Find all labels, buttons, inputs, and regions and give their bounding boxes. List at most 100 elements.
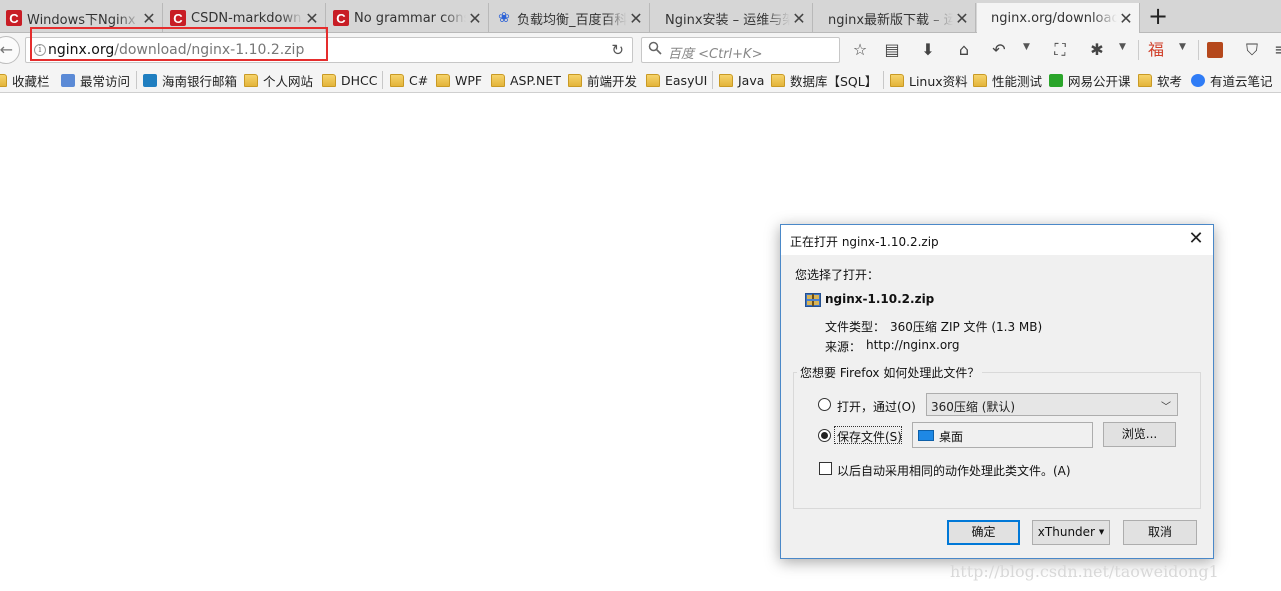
- bookmark-label: Linux资料: [909, 73, 968, 89]
- folder-icon: [719, 73, 733, 87]
- bookmark-perf-test[interactable]: 性能测试: [973, 72, 1043, 89]
- close-tab-icon[interactable]: ✕: [790, 9, 808, 28]
- browse-button[interactable]: 浏览...: [1103, 422, 1176, 447]
- addon-square-icon[interactable]: [1207, 42, 1223, 58]
- bookmark-personal-site[interactable]: 个人网站: [244, 72, 313, 89]
- bookmark-wpf[interactable]: WPF: [436, 72, 482, 88]
- bookmark-star-icon[interactable]: ☆: [851, 41, 869, 59]
- tab-title: CSDN-markdown: [191, 10, 302, 26]
- close-tab-icon[interactable]: ✕: [466, 9, 484, 28]
- tab-nginx-install[interactable]: Nginx安装 – 运维与架 ✕: [651, 3, 813, 33]
- reading-list-icon[interactable]: ▤: [883, 41, 901, 59]
- save-location-field[interactable]: 桌面: [912, 422, 1093, 448]
- bookmark-divider: [883, 71, 884, 89]
- folder-icon: [646, 73, 660, 87]
- dialog-title: 正在打开 nginx-1.10.2.zip: [790, 235, 939, 249]
- bookmark-youdao-note[interactable]: 有道云笔记: [1191, 72, 1273, 89]
- new-tab-button[interactable]: +: [1143, 3, 1173, 31]
- bookmark-bank-mail[interactable]: 海南银行邮箱: [143, 72, 237, 89]
- bookmark-easyui[interactable]: EasyUI: [646, 72, 707, 88]
- close-icon[interactable]: ✕: [1179, 225, 1213, 255]
- xthunder-label: xThunder: [1037, 525, 1095, 539]
- file-source-value: http://nginx.org: [866, 338, 960, 352]
- close-tab-icon[interactable]: ✕: [303, 9, 321, 28]
- addon-bug-icon[interactable]: ✱: [1088, 41, 1106, 59]
- close-tab-icon[interactable]: ✕: [953, 9, 971, 28]
- bookmark-ruankao[interactable]: 软考: [1138, 72, 1182, 89]
- toolbar-divider: [1138, 40, 1139, 60]
- screenshot-crop-icon[interactable]: ⛶: [1051, 41, 1069, 59]
- cancel-button[interactable]: 取消: [1123, 520, 1197, 545]
- blog-watermark: http://blog.csdn.net/taoweidong1: [950, 562, 1219, 581]
- download-dialog: 正在打开 nginx-1.10.2.zip ✕ 您选择了打开： nginx-1.…: [780, 224, 1214, 559]
- folder-icon: [0, 73, 7, 87]
- open-with-value: 360压缩 (默认): [931, 400, 1016, 414]
- bookmark-label: 有道云笔记: [1210, 73, 1273, 89]
- bookmark-aspnet[interactable]: ASP.NET: [491, 72, 561, 88]
- open-with-select[interactable]: 360压缩 (默认) ﹀: [926, 393, 1178, 416]
- bookmark-divider: [712, 71, 713, 89]
- tab-no-grammar[interactable]: C No grammar cons ✕: [327, 3, 489, 33]
- tab-active-nginx-org[interactable]: nginx.org/download/ ✕: [977, 3, 1140, 34]
- bookmark-label: 前端开发: [587, 73, 638, 89]
- bookmarks-bar: 收藏栏 最常访问 海南银行邮箱 个人网站 DHCC C# WPF ASP.NET…: [0, 67, 1281, 93]
- file-source-label: 来源：: [825, 340, 862, 354]
- zip-archive-icon: [805, 293, 821, 307]
- bookmark-label: 数据库【SQL】: [790, 73, 878, 89]
- tab-title: Nginx安装 – 运维与架: [665, 12, 790, 28]
- bookmark-netease-open[interactable]: 网易公开课: [1049, 72, 1131, 89]
- folder-icon: [771, 73, 785, 87]
- undo-close-tab-icon[interactable]: ↶: [990, 41, 1008, 59]
- save-file-radio[interactable]: [818, 429, 831, 442]
- download-icon[interactable]: ⬇: [919, 41, 937, 59]
- bookmark-frontend[interactable]: 前端开发: [568, 72, 638, 89]
- open-with-label[interactable]: 打开，通过(O): [837, 398, 916, 415]
- mail-icon: [143, 73, 157, 87]
- search-placeholder: 百度 <Ctrl+K>: [668, 47, 763, 62]
- folder-icon: [322, 73, 336, 87]
- search-bar[interactable]: 百度 <Ctrl+K>: [641, 37, 840, 63]
- bookmark-label: ASP.NET: [510, 72, 561, 88]
- auto-action-checkbox[interactable]: [819, 462, 832, 475]
- save-location-value: 桌面: [939, 430, 964, 444]
- folder-icon: [436, 73, 450, 87]
- tab-baidu-baike[interactable]: ❀ 负载均衡_百度百科 ✕: [490, 3, 650, 33]
- bookmark-linux[interactable]: Linux资料: [890, 72, 968, 89]
- ok-button[interactable]: 确定: [947, 520, 1020, 545]
- tab-nginx-download[interactable]: nginx最新版下载 – 运维 ✕: [814, 3, 976, 33]
- bookmark-csharp[interactable]: C#: [390, 72, 428, 88]
- tab-title: No grammar cons: [354, 10, 466, 26]
- csdn-icon: C: [333, 10, 349, 26]
- chevron-down-icon[interactable]: ▼: [1179, 42, 1186, 52]
- close-tab-icon[interactable]: ✕: [140, 9, 158, 28]
- bookmark-label: Java: [738, 72, 765, 88]
- fortune-addon-icon[interactable]: 福: [1147, 41, 1165, 59]
- bookmark-label: 最常访问: [80, 73, 131, 89]
- csdn-icon: C: [6, 10, 22, 26]
- bookmark-label: 性能测试: [992, 73, 1043, 89]
- xthunder-button[interactable]: xThunder ▼: [1032, 520, 1110, 545]
- tab-title: nginx最新版下载 – 运维: [828, 12, 953, 28]
- back-arrow-icon[interactable]: ←: [0, 36, 20, 64]
- open-with-radio[interactable]: [818, 398, 831, 411]
- bookmark-label: WPF: [455, 72, 483, 88]
- close-tab-icon[interactable]: ✕: [1117, 9, 1135, 28]
- bookmark-java[interactable]: Java: [719, 72, 764, 88]
- shield-icon[interactable]: ⛉: [1243, 41, 1261, 59]
- close-tab-icon[interactable]: ✕: [627, 9, 645, 28]
- bookmark-dhcc[interactable]: DHCC: [322, 72, 377, 88]
- bookmark-divider: [382, 71, 383, 89]
- bookmark-database-sql[interactable]: 数据库【SQL】: [771, 72, 878, 89]
- reload-icon[interactable]: ↻: [611, 41, 624, 59]
- chevron-down-icon: ▼: [1098, 528, 1105, 536]
- chevron-down-icon[interactable]: ▼: [1023, 42, 1030, 52]
- chevron-down-icon[interactable]: ▼: [1119, 42, 1126, 52]
- bookmark-divider: [136, 71, 137, 89]
- tab-title: 负载均衡_百度百科: [517, 12, 627, 28]
- bookmark-most-visited[interactable]: 最常访问: [61, 72, 131, 89]
- auto-action-label[interactable]: 以后自动采用相同的动作处理此类文件。(A): [837, 462, 1071, 479]
- home-icon[interactable]: ⌂: [955, 41, 973, 59]
- overflow-menu-icon[interactable]: ≡: [1272, 41, 1281, 59]
- bookmark-collection[interactable]: 收藏栏: [0, 72, 50, 89]
- save-file-label[interactable]: 保存文件(S): [837, 428, 902, 445]
